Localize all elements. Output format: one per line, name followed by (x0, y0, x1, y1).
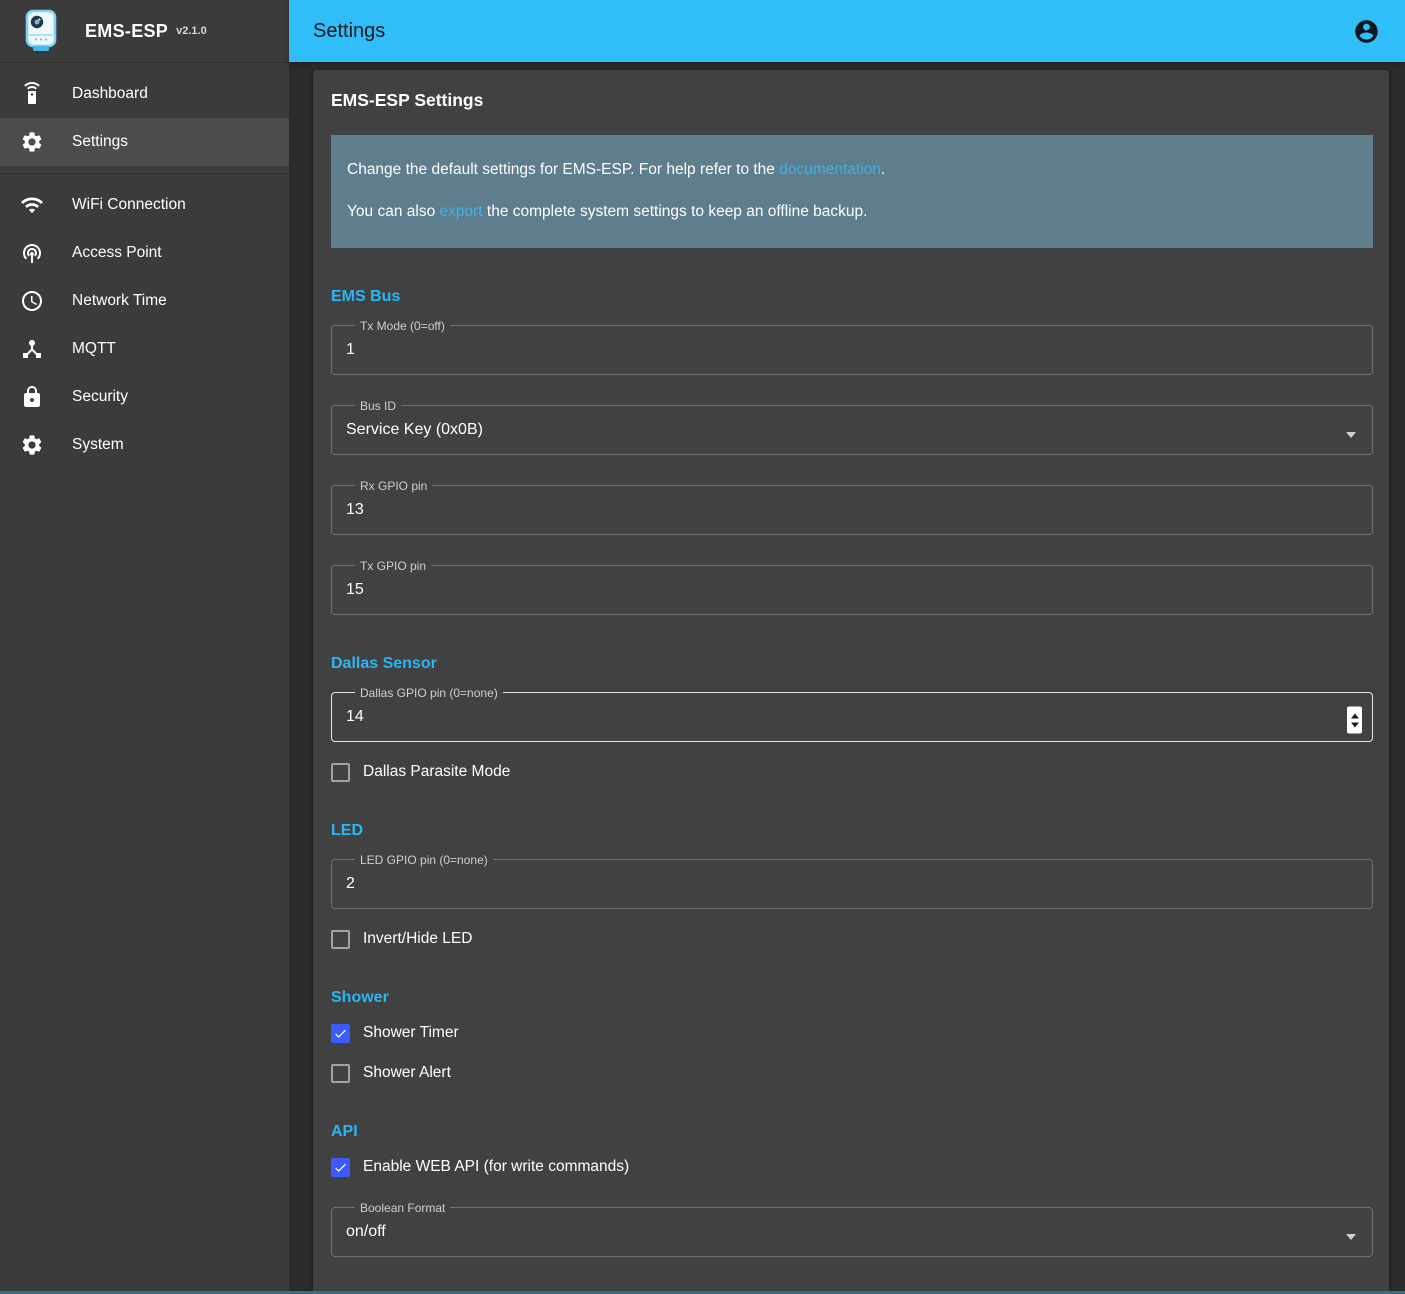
section-title-led: LED (331, 822, 1373, 840)
lock-icon (20, 385, 44, 409)
wifi-icon (20, 193, 44, 217)
wifi-tethering-icon (20, 241, 44, 265)
sidebar-item-access-point[interactable]: Access Point (0, 229, 289, 277)
sidebar-item-label: Network Time (72, 292, 167, 310)
field-label: Bus ID (355, 399, 401, 413)
field-label: LED GPIO pin (0=none) (355, 853, 493, 867)
sidebar: EMS-ESP v2.1.0 Dashboard Settings (0, 0, 289, 1294)
field-label: Boolean Format (355, 1201, 450, 1215)
sidebar-item-label: Settings (72, 133, 128, 151)
rx-gpio-field[interactable]: Rx GPIO pin (331, 479, 1373, 535)
sidebar-item-dashboard[interactable]: Dashboard (0, 70, 289, 118)
sidebar-item-label: System (72, 436, 124, 454)
invert-led-checkbox[interactable] (331, 930, 350, 949)
section-title-ems-bus: EMS Bus (331, 288, 1373, 306)
spinner-down-icon[interactable] (1351, 722, 1359, 727)
account-circle-icon[interactable] (1353, 18, 1380, 45)
info-line-2: You can also export the complete system … (347, 202, 1357, 223)
sidebar-item-settings[interactable]: Settings (0, 118, 289, 166)
app-version: v2.1.0 (176, 25, 207, 37)
export-link[interactable]: export (440, 203, 483, 220)
sidebar-item-mqtt[interactable]: MQTT (0, 325, 289, 373)
check-icon (333, 1159, 348, 1176)
gear-icon (20, 130, 44, 154)
chevron-down-icon (1346, 432, 1356, 438)
shower-alert-row[interactable]: Shower Alert (331, 1064, 1373, 1083)
checkbox-label: Shower Alert (363, 1064, 451, 1082)
checkbox-label: Dallas Parasite Mode (363, 763, 510, 781)
sidebar-item-wifi-connection[interactable]: WiFi Connection (0, 181, 289, 229)
bus-id-select[interactable]: Bus ID Service Key (0x0B) (331, 399, 1373, 455)
sidebar-item-network-time[interactable]: Network Time (0, 277, 289, 325)
chevron-down-icon (1346, 1234, 1356, 1240)
field-label: Tx Mode (0=off) (355, 319, 450, 333)
field-label: Tx GPIO pin (355, 559, 431, 573)
app-logo-row: EMS-ESP v2.1.0 (0, 0, 289, 62)
checkbox-label: Shower Timer (363, 1024, 459, 1042)
sidebar-item-security[interactable]: Security (0, 373, 289, 421)
led-gpio-field[interactable]: LED GPIO pin (0=none) (331, 853, 1373, 909)
documentation-link[interactable]: documentation (779, 161, 881, 178)
appbar: Settings (289, 0, 1405, 62)
dallas-parasite-checkbox[interactable] (331, 763, 350, 782)
settings-card: EMS-ESP Settings Change the default sett… (313, 70, 1389, 1294)
dallas-gpio-input[interactable] (346, 700, 1358, 734)
sidebar-item-label: Dashboard (72, 85, 148, 103)
field-label: Dallas GPIO pin (0=none) (355, 686, 503, 700)
sidebar-item-label: MQTT (72, 340, 116, 358)
sidebar-group-network: WiFi Connection Access Point Network Tim… (0, 174, 289, 476)
sidebar-item-label: Access Point (72, 244, 162, 262)
info-line-1: Change the default settings for EMS-ESP.… (347, 160, 1357, 181)
app-root: EMS-ESP v2.1.0 Dashboard Settings (0, 0, 1405, 1294)
sidebar-group-main: Dashboard Settings (0, 63, 289, 173)
tx-gpio-input[interactable] (346, 573, 1358, 607)
info-text: . (881, 161, 885, 178)
bus-id-value[interactable]: Service Key (0x0B) (346, 413, 1358, 447)
sidebar-item-system[interactable]: System (0, 421, 289, 469)
spinner-up-icon[interactable] (1351, 713, 1359, 718)
gear-icon (20, 433, 44, 457)
tx-mode-field[interactable]: Tx Mode (0=off) (331, 319, 1373, 375)
dallas-gpio-field[interactable]: Dallas GPIO pin (0=none) (331, 686, 1373, 742)
number-spinner[interactable] (1347, 707, 1362, 734)
card-title: EMS-ESP Settings (331, 90, 1373, 111)
checkbox-label: Invert/Hide LED (363, 930, 472, 948)
main-area: Settings EMS-ESP Settings Change the def… (289, 0, 1405, 1294)
info-box: Change the default settings for EMS-ESP.… (331, 135, 1373, 248)
dallas-parasite-row[interactable]: Dallas Parasite Mode (331, 763, 1373, 782)
enable-web-api-row[interactable]: Enable WEB API (for write commands) (331, 1158, 1373, 1177)
content-area: EMS-ESP Settings Change the default sett… (289, 62, 1405, 1294)
device-hub-icon (20, 337, 44, 361)
info-text: You can also (347, 203, 440, 220)
section-title-dallas-sensor: Dallas Sensor (331, 655, 1373, 673)
tx-gpio-field[interactable]: Tx GPIO pin (331, 559, 1373, 615)
invert-led-row[interactable]: Invert/Hide LED (331, 930, 1373, 949)
section-title-shower: Shower (331, 989, 1373, 1007)
remote-icon (20, 82, 44, 106)
sidebar-item-label: WiFi Connection (72, 196, 186, 214)
boiler-logo-icon (24, 9, 58, 53)
app-name: EMS-ESP (85, 21, 168, 42)
shower-timer-row[interactable]: Shower Timer (331, 1024, 1373, 1043)
tx-mode-input[interactable] (346, 333, 1358, 367)
boolean-format-value[interactable]: on/off (346, 1215, 1358, 1249)
sidebar-item-label: Security (72, 388, 128, 406)
info-text: the complete system settings to keep an … (483, 203, 868, 220)
checkbox-label: Enable WEB API (for write commands) (363, 1158, 629, 1176)
field-label: Rx GPIO pin (355, 479, 432, 493)
led-gpio-input[interactable] (346, 867, 1358, 901)
check-icon (333, 1025, 348, 1042)
page-title: Settings (313, 20, 385, 43)
info-text: Change the default settings for EMS-ESP.… (347, 161, 779, 178)
section-title-api: API (331, 1123, 1373, 1141)
shower-timer-checkbox[interactable] (331, 1024, 350, 1043)
rx-gpio-input[interactable] (346, 493, 1358, 527)
boolean-format-select[interactable]: Boolean Format on/off (331, 1201, 1373, 1257)
enable-web-api-checkbox[interactable] (331, 1158, 350, 1177)
clock-icon (20, 289, 44, 313)
shower-alert-checkbox[interactable] (331, 1064, 350, 1083)
